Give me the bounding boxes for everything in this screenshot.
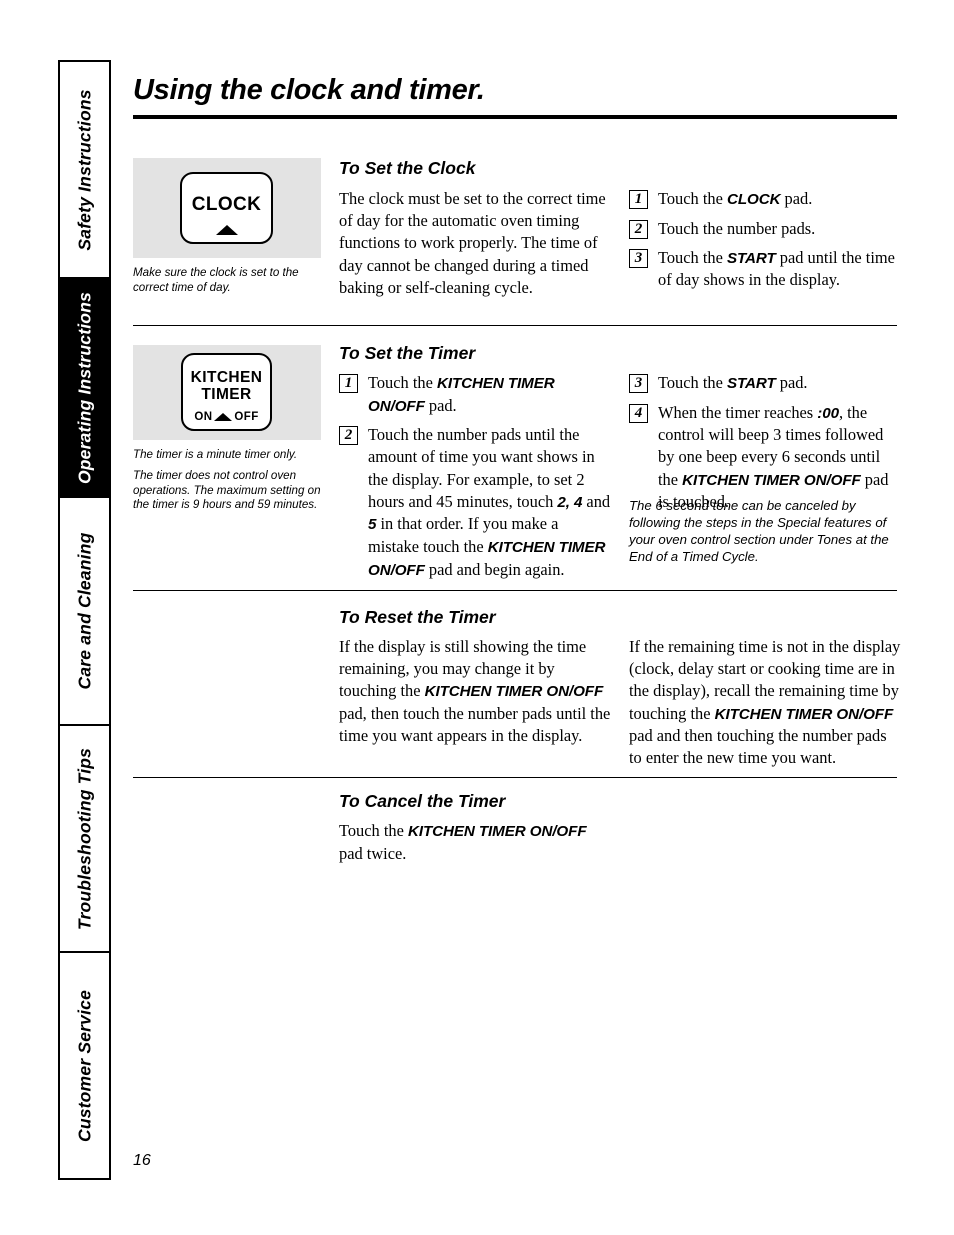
- step-text-mid: and: [582, 491, 611, 511]
- step-text: Touch the CLOCK pad.: [658, 188, 899, 211]
- step-number: 4: [629, 403, 648, 423]
- timer-caption-line-1: The timer is a minute timer only.: [133, 448, 298, 461]
- kitchen-timer-label-line1: KITCHEN: [190, 369, 263, 386]
- kitchen-timer-onoff-row: ON OFF: [183, 411, 270, 423]
- sidebar-item-care-and-cleaning[interactable]: Care and Cleaning: [60, 498, 109, 726]
- step-number: 3: [629, 248, 648, 268]
- step-item: 3 Touch the START pad.: [629, 372, 901, 395]
- pad-reference: KITCHEN TIMER ON/OFF: [714, 705, 894, 723]
- cancel-text-post: pad twice.: [339, 843, 407, 863]
- kitchen-timer-pad-label: KITCHEN TIMER: [183, 369, 270, 404]
- cancel-timer-text: Touch the KITCHEN TIMER ON/OFF pad twice…: [339, 820, 611, 865]
- reset-timer-right-text: If the remaining time is not in the disp…: [629, 636, 901, 770]
- up-triangle-icon: [215, 225, 238, 235]
- up-triangle-icon: [214, 412, 233, 421]
- pad-reference: KITCHEN TIMER ON/OFF: [682, 471, 861, 489]
- heading-to-set-the-clock: To Set the Clock: [339, 158, 476, 178]
- step-text-pre: When the timer reaches: [658, 402, 818, 422]
- clock-pad-caption-text: Make sure the clock is set to the correc…: [133, 266, 299, 294]
- page-title: Using the clock and timer.: [133, 74, 485, 106]
- cancel-text-pre: Touch the: [339, 821, 408, 840]
- pad-reference: KITCHEN TIMER ON/OFF: [407, 823, 587, 840]
- reset-right-post: pad and then touching the number pads to…: [629, 726, 887, 768]
- step-item: 2 Touch the number pads until the amount…: [339, 424, 611, 581]
- step-number: 1: [629, 190, 648, 209]
- section-divider: [133, 777, 897, 779]
- reset-timer-body-left: If the display is still showing the time…: [339, 636, 611, 747]
- step-text-pre: Touch the: [658, 373, 727, 392]
- heading-to-cancel-the-timer: To Cancel the Timer: [339, 791, 506, 811]
- step-text-post: pad.: [424, 395, 457, 415]
- on-label: ON: [194, 410, 213, 423]
- step-text-end: pad and begin again.: [424, 559, 565, 579]
- page-number: 16: [133, 1152, 151, 1169]
- step-number: 1: [339, 374, 358, 393]
- clock-pad-label: CLOCK: [191, 194, 262, 215]
- step-text-pre: Touch the: [658, 247, 727, 267]
- step-number: 2: [629, 219, 648, 239]
- kitchen-timer-pad[interactable]: KITCHEN TIMER ON OFF: [181, 353, 272, 431]
- pad-reference: :00: [817, 404, 839, 422]
- sidebar-item-operating-instructions[interactable]: Operating Instructions: [60, 279, 109, 498]
- set-clock-body: The clock must be set to the correct tim…: [339, 188, 609, 299]
- step-item: 1 Touch the KITCHEN TIMER ON/OFF pad.: [339, 372, 611, 417]
- sidebar-item-customer-service[interactable]: Customer Service: [60, 953, 109, 1178]
- heading-to-set-the-timer: To Set the Timer: [339, 343, 476, 363]
- section-tab-rail: Safety Instructions Operating Instructio…: [58, 60, 111, 1180]
- step-text: Touch the START pad.: [658, 372, 901, 395]
- clock-pad-illustration: CLOCK: [133, 158, 321, 258]
- section-divider: [133, 325, 897, 327]
- sidebar-item-label: Customer Service: [74, 989, 94, 1142]
- reset-timer-body-right: If the remaining time is not in the disp…: [629, 636, 901, 770]
- reset-left-post: pad, then touch the number pads until th…: [339, 704, 611, 746]
- step-number: 2: [339, 426, 358, 446]
- step-text-pre: Touch the: [658, 189, 727, 208]
- set-timer-steps-left: 1 Touch the KITCHEN TIMER ON/OFF pad. 2 …: [339, 372, 611, 581]
- clock-pad-caption: Make sure the clock is set to the correc…: [133, 266, 333, 296]
- cancel-timer-body: Touch the KITCHEN TIMER ON/OFF pad twice…: [339, 820, 611, 865]
- section-divider: [133, 590, 897, 592]
- set-timer-steps-right: 3 Touch the START pad. 4 When the timer …: [629, 372, 901, 513]
- step-text: Touch the START pad until the time of da…: [658, 247, 899, 292]
- step-text: Touch the KITCHEN TIMER ON/OFF pad.: [368, 372, 611, 417]
- sidebar-item-label: Operating Instructions: [74, 291, 94, 484]
- step-item: 2 Touch the number pads.: [629, 218, 899, 240]
- sidebar-item-label: Troubleshooting Tips: [74, 747, 94, 930]
- set-clock-body-text: The clock must be set to the correct tim…: [339, 189, 606, 297]
- step-item: 1 Touch the CLOCK pad.: [629, 188, 899, 211]
- reset-timer-left-text: If the display is still showing the time…: [339, 636, 611, 747]
- step-item: 3 Touch the START pad until the time of …: [629, 247, 899, 292]
- step-text: Touch the number pads.: [658, 218, 899, 240]
- clock-pad[interactable]: CLOCK: [180, 172, 273, 244]
- sidebar-item-label: Safety Instructions: [74, 88, 94, 251]
- title-divider: [133, 115, 897, 119]
- step-text: Touch the number pads until the amount o…: [368, 424, 611, 581]
- step-number: 3: [629, 374, 648, 393]
- pad-reference: 2, 4: [557, 493, 583, 511]
- set-clock-steps: 1 Touch the CLOCK pad. 2 Touch the numbe…: [629, 188, 899, 292]
- timer-caption-line-2: The timer does not control oven operatio…: [133, 468, 321, 512]
- pad-reference: CLOCK: [726, 191, 781, 208]
- timer-pad-illustration: KITCHEN TIMER ON OFF: [133, 345, 321, 440]
- step-text-post: pad.: [775, 373, 808, 392]
- step-text-pre: Touch the: [368, 373, 437, 392]
- sidebar-item-safety-instructions[interactable]: Safety Instructions: [60, 62, 109, 279]
- step-text-pre: Touch the number pads.: [658, 218, 816, 238]
- heading-to-reset-the-timer: To Reset the Timer: [339, 607, 496, 627]
- pad-reference: KITCHEN TIMER ON/OFF: [424, 683, 604, 701]
- kitchen-timer-label-line2: TIMER: [201, 386, 252, 404]
- timer-tone-note: The 6 second tone can be canceled by fol…: [629, 498, 889, 565]
- off-label: OFF: [234, 410, 259, 423]
- timer-pad-caption: The timer is a minute timer only. The ti…: [133, 448, 333, 513]
- sidebar-item-label: Care and Cleaning: [74, 532, 94, 690]
- sidebar-item-troubleshooting-tips[interactable]: Troubleshooting Tips: [60, 726, 109, 953]
- pad-reference: START: [726, 249, 776, 267]
- step-text-post: pad.: [780, 189, 813, 208]
- pad-reference: START: [726, 375, 776, 392]
